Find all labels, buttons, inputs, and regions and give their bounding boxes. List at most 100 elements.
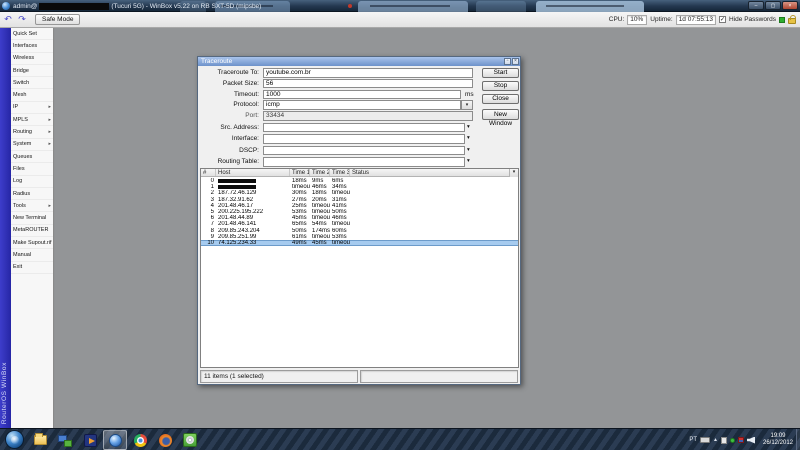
traceroute-row[interactable]: 10 74.125.234.33 49ms 45ms timeout	[201, 239, 518, 247]
timeout-input[interactable]: 1000	[263, 89, 461, 100]
sidebar-item-radius[interactable]: Radius	[11, 188, 53, 201]
background-tab[interactable]	[476, 1, 526, 12]
hide-passwords-checkbox[interactable]: ✓	[719, 16, 727, 23]
src-address-input[interactable]	[263, 122, 465, 132]
start-button[interactable]: Start	[482, 68, 519, 78]
sidebar-item-exit[interactable]: Exit	[11, 262, 53, 274]
sidebar-item-new-terminal[interactable]: New Terminal	[11, 212, 53, 225]
safe-mode-button[interactable]: Safe Mode	[35, 14, 81, 25]
network-status-icon[interactable]	[730, 437, 735, 443]
routing-table-input[interactable]	[263, 157, 465, 167]
column-hop[interactable]: #	[201, 169, 216, 176]
os-titlebar: admin@ (Tucuri 5G) - WinBox v5.22 on RB …	[0, 0, 800, 12]
column-status[interactable]: Status	[350, 169, 518, 176]
firefox-taskbar-icon[interactable]	[153, 430, 177, 450]
sidebar-item-quick-set[interactable]: Quick Set	[11, 28, 53, 41]
sidebar-item-label: Make Supout.rif	[13, 239, 52, 246]
packet-size-input[interactable]: 56	[263, 78, 473, 89]
sidebar-item-switch[interactable]: Switch	[11, 77, 53, 90]
stop-button[interactable]: Stop	[482, 81, 519, 91]
sidebar-item-label: Radius	[13, 190, 31, 197]
language-indicator[interactable]: PT	[689, 437, 697, 443]
protocol-input[interactable]: icmp	[263, 100, 461, 110]
column-time3[interactable]: Time 3	[330, 169, 350, 176]
sidebar-item-label: Bridge	[13, 67, 29, 74]
interface-input[interactable]	[263, 134, 465, 144]
sidebar-item-ip[interactable]: IP ▸	[11, 102, 53, 115]
close-button-dialog[interactable]: Close	[482, 94, 519, 104]
chrome-taskbar-icon[interactable]	[128, 430, 152, 450]
protocol-dropdown-button[interactable]: ▾	[461, 100, 473, 110]
undo-icon[interactable]: ↶	[2, 13, 14, 25]
sidebar-item-bridge[interactable]: Bridge	[11, 65, 53, 78]
keyboard-icon[interactable]	[700, 437, 711, 443]
title-prefix: admin@	[13, 2, 38, 10]
close-button[interactable]: ×	[782, 1, 798, 10]
new-window-button[interactable]: New Window	[482, 109, 519, 127]
dscp-input[interactable]	[263, 145, 465, 155]
volume-icon[interactable]	[747, 436, 755, 444]
network-taskbar-icon[interactable]	[53, 430, 77, 450]
show-hidden-icons[interactable]: ▲	[713, 437, 718, 443]
sidebar-item-queues[interactable]: Queues	[11, 151, 53, 164]
column-time1[interactable]: Time 1	[290, 169, 310, 176]
column-time2[interactable]: Time 2	[310, 169, 330, 176]
dialog-minimize-button[interactable]: ▫	[504, 58, 511, 65]
sidebar-menu-container: Quick Set Interfaces Wireless Bridge Switch M…	[11, 28, 54, 428]
sidebar-item-wireless[interactable]: Wireless	[11, 53, 53, 65]
dialog-close-button[interactable]: ×	[512, 58, 519, 65]
sidebar-item-manual[interactable]: Manual	[11, 249, 53, 262]
tray-alert-icon[interactable]	[738, 437, 744, 443]
src-address-dropdown-icon[interactable]: ▾	[467, 123, 470, 133]
taskbar-clock[interactable]: 19:09 26/12/2012	[758, 433, 798, 447]
sidebar-item-mpls[interactable]: MPLS ▸	[11, 114, 53, 127]
interface-dropdown-icon[interactable]: ▾	[467, 134, 470, 144]
routing-table-label: Routing Table:	[217, 158, 259, 165]
sidebar-item-interfaces[interactable]: Interfaces	[11, 40, 53, 53]
traceroute-window-controls: ▫ ×	[503, 58, 519, 65]
sidebar-item-make-supout-rif[interactable]: Make Supout.rif	[11, 237, 53, 250]
routeros-winbox-brand: RouterOS WinBox	[1, 361, 8, 424]
routing-table-dropdown-icon[interactable]: ▾	[467, 157, 470, 167]
sidebar-item-system[interactable]: System ▸	[11, 139, 53, 151]
minimize-button[interactable]: –	[748, 1, 764, 10]
uptime-value: 1d 07:55:13	[675, 14, 717, 25]
timeout-label: Timeout:	[233, 90, 259, 98]
sidebar-item-files[interactable]: Files	[11, 163, 53, 176]
statusbar-spacer	[360, 370, 518, 383]
system-tray: PT ▲ 19:09 26/12/2012	[689, 429, 798, 450]
background-tab[interactable]	[358, 1, 468, 12]
cpu-value: 10%	[627, 14, 648, 25]
explorer-taskbar-icon[interactable]	[28, 430, 52, 450]
background-tab[interactable]	[536, 1, 644, 12]
maximize-button[interactable]: ▢	[765, 1, 781, 10]
submenu-arrow-icon: ▸	[48, 116, 51, 123]
brand-strip: RouterOS WinBox	[0, 28, 11, 428]
column-select-dropdown[interactable]: ▾	[509, 169, 518, 177]
start-button[interactable]	[5, 430, 24, 449]
clock-time: 19:09	[770, 433, 786, 439]
dscp-dropdown-icon[interactable]: ▾	[467, 146, 470, 156]
sidebar-item-log[interactable]: Log	[11, 176, 53, 188]
sidebar-item-label: Interfaces	[13, 42, 38, 49]
tray-app-icon[interactable]	[721, 436, 727, 444]
disc-burner-taskbar-icon[interactable]	[178, 430, 202, 450]
table-header: # Host Time 1 Time 2 Time 3 Status	[201, 169, 518, 177]
sidebar-item-label: Switch	[13, 79, 30, 86]
favicon-dot	[348, 4, 352, 8]
port-label: Port:	[245, 112, 259, 120]
sidebar-item-label: MetaROUTER	[13, 227, 49, 234]
winbox-taskbar-icon[interactable]	[103, 430, 127, 450]
cell-status	[350, 240, 518, 246]
column-host[interactable]: Host	[216, 169, 290, 176]
traceroute-titlebar[interactable]: Traceroute ▫ ×	[198, 57, 520, 66]
sidebar-item-metarouter[interactable]: MetaROUTER	[11, 225, 53, 238]
media-player-taskbar-icon[interactable]	[78, 430, 102, 450]
sidebar-item-tools[interactable]: Tools ▸	[11, 200, 53, 213]
taskbar: PT ▲ 19:09 26/12/2012	[0, 428, 800, 450]
show-desktop-button[interactable]	[796, 429, 800, 450]
sidebar-item-routing[interactable]: Routing ▸	[11, 126, 53, 139]
sidebar-item-mesh[interactable]: Mesh	[11, 89, 53, 102]
redo-icon[interactable]: ↷	[16, 13, 28, 25]
traceroute-to-input[interactable]: youtube.com.br	[263, 68, 473, 78]
